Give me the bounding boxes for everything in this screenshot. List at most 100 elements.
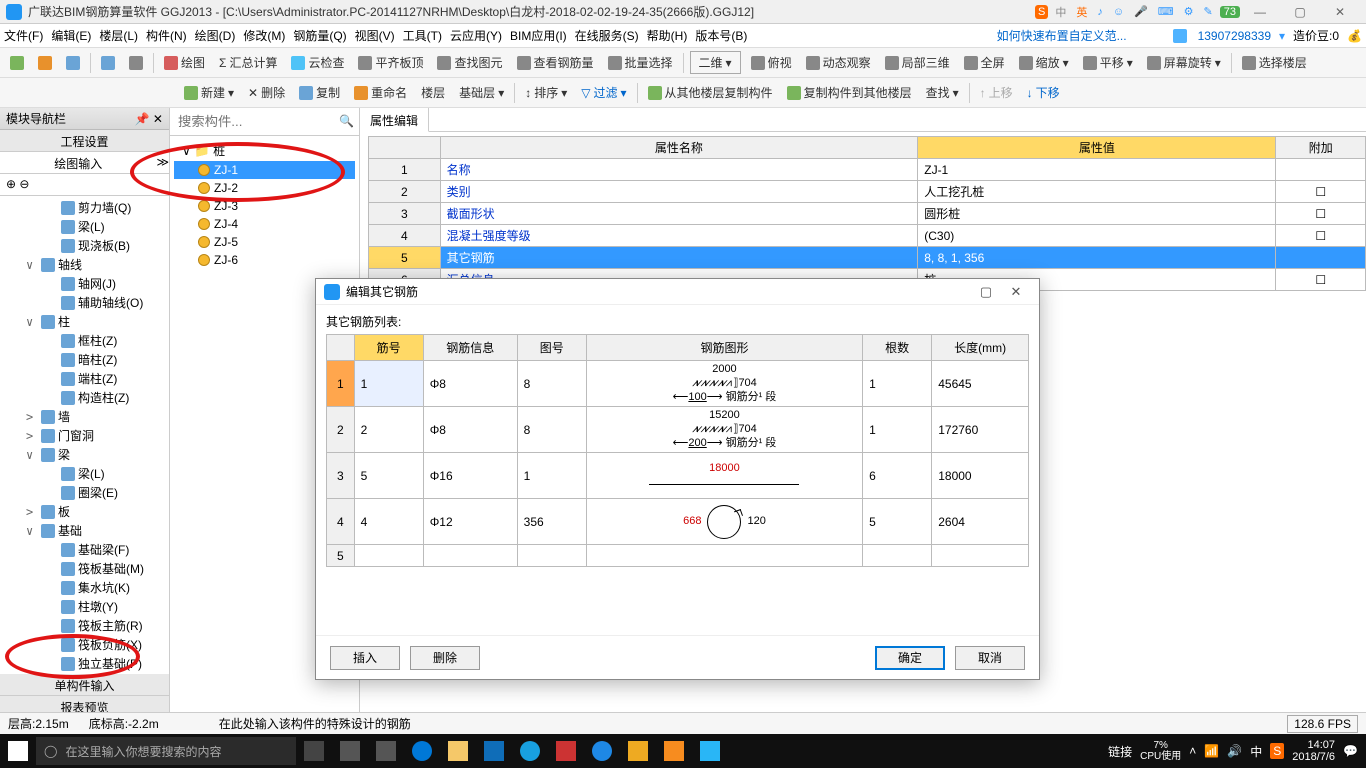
delete-button[interactable]: ✕删除: [244, 82, 289, 103]
filter-button[interactable]: ▽过滤▾: [577, 82, 630, 103]
nav-node[interactable]: 梁(L): [2, 464, 167, 483]
nav-node[interactable]: 基础梁(F): [2, 540, 167, 559]
property-table[interactable]: 属性名称属性值附加1名称ZJ-12类别人工挖孔桩☐3截面形状圆形桩☐4混凝土强度…: [368, 136, 1366, 291]
nav-node[interactable]: 轴网(J): [2, 274, 167, 293]
rotate-button[interactable]: 屏幕旋转 ▾: [1143, 52, 1225, 73]
find-ele-button[interactable]: 查找图元: [433, 52, 506, 73]
tb-app-2[interactable]: [368, 734, 404, 768]
select-floor-button[interactable]: 选择楼层: [1238, 52, 1311, 73]
copyfrom-button[interactable]: 从其他楼层复制构件: [644, 82, 777, 103]
element-item[interactable]: ZJ-3: [174, 197, 355, 215]
tray-link[interactable]: 链接: [1108, 743, 1132, 760]
new-button[interactable]: 新建▾: [180, 82, 238, 103]
nav-node[interactable]: 框柱(Z): [2, 331, 167, 350]
nav-node[interactable]: >板: [2, 502, 167, 521]
2d-dropdown[interactable]: 二维 ▾: [690, 51, 741, 74]
nav-node[interactable]: >墙: [2, 407, 167, 426]
nav-node[interactable]: 集水坑(K): [2, 578, 167, 597]
view-rebar-button[interactable]: 查看钢筋量: [513, 52, 598, 73]
tb-ie[interactable]: [512, 734, 548, 768]
taskview-button[interactable]: [296, 734, 332, 768]
basefloor-dropdown[interactable]: 基础层 ▾: [455, 82, 508, 103]
account-number[interactable]: 13907298339: [1198, 29, 1271, 43]
menu-file[interactable]: 文件(F): [4, 27, 43, 44]
batch-select-button[interactable]: 批量选择: [604, 52, 677, 73]
movedown-button[interactable]: ↓下移: [1023, 82, 1064, 103]
menu-rebar[interactable]: 钢筋量(Q): [293, 27, 346, 44]
tray-ime-icon[interactable]: 中: [1250, 743, 1262, 760]
expand-icon[interactable]: ⊕: [6, 177, 16, 191]
rebar-table[interactable]: 筋号钢筋信息图号钢筋图形根数长度(mm)11Φ882000⩘⩗⩘⩗⩘⩗⩘⩗⩘ ⟧…: [326, 334, 1029, 567]
minimize-button[interactable]: —: [1240, 5, 1280, 19]
rename-button[interactable]: 重命名: [350, 82, 411, 103]
tb-app-7[interactable]: [692, 734, 728, 768]
tb-app-1[interactable]: [332, 734, 368, 768]
menu-help[interactable]: 帮助(H): [647, 27, 688, 44]
tray-sogou-icon[interactable]: S: [1270, 743, 1284, 759]
tray-net-icon[interactable]: 📶: [1204, 744, 1219, 758]
floor-button[interactable]: 楼层: [417, 82, 449, 103]
tab-single-input[interactable]: 单构件输入: [0, 674, 169, 696]
tb-folder[interactable]: [440, 734, 476, 768]
insert-button[interactable]: 插入: [330, 646, 400, 670]
tray-notif-icon[interactable]: 💬: [1343, 744, 1358, 758]
menu-version[interactable]: 版本号(B): [695, 27, 747, 44]
redo-button[interactable]: [125, 54, 147, 72]
menu-bim[interactable]: BIM应用(I): [510, 27, 567, 44]
close-button[interactable]: ✕: [1320, 5, 1360, 19]
nav-node[interactable]: ∨梁: [2, 445, 167, 464]
element-item[interactable]: ZJ-1: [174, 161, 355, 179]
nav-node[interactable]: 端柱(Z): [2, 369, 167, 388]
pin-icon[interactable]: 📌 ✕: [135, 112, 163, 126]
menu-view[interactable]: 视图(V): [355, 27, 395, 44]
element-item[interactable]: ZJ-6: [174, 251, 355, 269]
delete-row-button[interactable]: 删除: [410, 646, 480, 670]
nav-node[interactable]: 辅助轴线(O): [2, 293, 167, 312]
nav-node[interactable]: 独立基础(P): [2, 654, 167, 673]
start-button[interactable]: [0, 734, 36, 768]
find-button[interactable]: 查找▾: [922, 82, 963, 103]
copyto-button[interactable]: 复制构件到其他楼层: [783, 82, 916, 103]
save-button[interactable]: [62, 54, 84, 72]
element-item[interactable]: ZJ-4: [174, 215, 355, 233]
menu-draw[interactable]: 绘图(D): [195, 27, 236, 44]
sort-button[interactable]: ↕排序▾: [521, 82, 571, 103]
draw-button[interactable]: 绘图: [160, 52, 209, 73]
nav-node[interactable]: >门窗洞: [2, 426, 167, 445]
open-button[interactable]: [34, 54, 56, 72]
nav-node[interactable]: 筏板负筋(X): [2, 635, 167, 654]
tb-app-3[interactable]: [548, 734, 584, 768]
help-link[interactable]: 如何快速布置自定义范...: [997, 27, 1127, 44]
nav-node[interactable]: 筏板基础(M): [2, 559, 167, 578]
nav-node[interactable]: 柱墩(Y): [2, 597, 167, 616]
zoom-button[interactable]: 缩放 ▾: [1015, 52, 1073, 73]
nav-node[interactable]: 圈梁(E): [2, 483, 167, 502]
search-icon[interactable]: 🔍: [339, 114, 353, 128]
tab-project-settings[interactable]: 工程设置: [0, 130, 169, 152]
element-root[interactable]: ∨ 📁 桩: [174, 140, 355, 161]
tab-property-edit[interactable]: 属性编辑: [360, 108, 429, 132]
nav-node[interactable]: ∨基础: [2, 521, 167, 540]
element-item[interactable]: ZJ-2: [174, 179, 355, 197]
tray-vol-icon[interactable]: 🔊: [1227, 744, 1242, 758]
cancel-button[interactable]: 取消: [955, 646, 1025, 670]
align-top-button[interactable]: 平齐板顶: [354, 52, 427, 73]
moveup-button[interactable]: ↑上移: [976, 82, 1017, 103]
tray-up-icon[interactable]: ˄: [1189, 744, 1196, 758]
copy-button[interactable]: 复制: [295, 82, 344, 103]
nav-node[interactable]: 暗柱(Z): [2, 350, 167, 369]
new-file-button[interactable]: [6, 54, 28, 72]
menu-cloud[interactable]: 云应用(Y): [450, 27, 502, 44]
taskbar-search[interactable]: ◯ 在这里输入你想要搜索的内容: [36, 737, 296, 765]
tb-edge[interactable]: [404, 734, 440, 768]
ok-button[interactable]: 确定: [875, 646, 945, 670]
menu-edit[interactable]: 编辑(E): [51, 27, 91, 44]
nav-node[interactable]: 梁(L): [2, 217, 167, 236]
pan-button[interactable]: 平移 ▾: [1079, 52, 1137, 73]
nav-node[interactable]: ∨柱: [2, 312, 167, 331]
tray-clock[interactable]: 14:072018/7/6: [1292, 739, 1335, 763]
cloud-check-button[interactable]: 云检查: [287, 52, 348, 73]
nav-node[interactable]: 剪力墙(Q): [2, 198, 167, 217]
dialog-maximize-button[interactable]: ▢: [971, 284, 1001, 300]
search-input[interactable]: [170, 108, 359, 135]
